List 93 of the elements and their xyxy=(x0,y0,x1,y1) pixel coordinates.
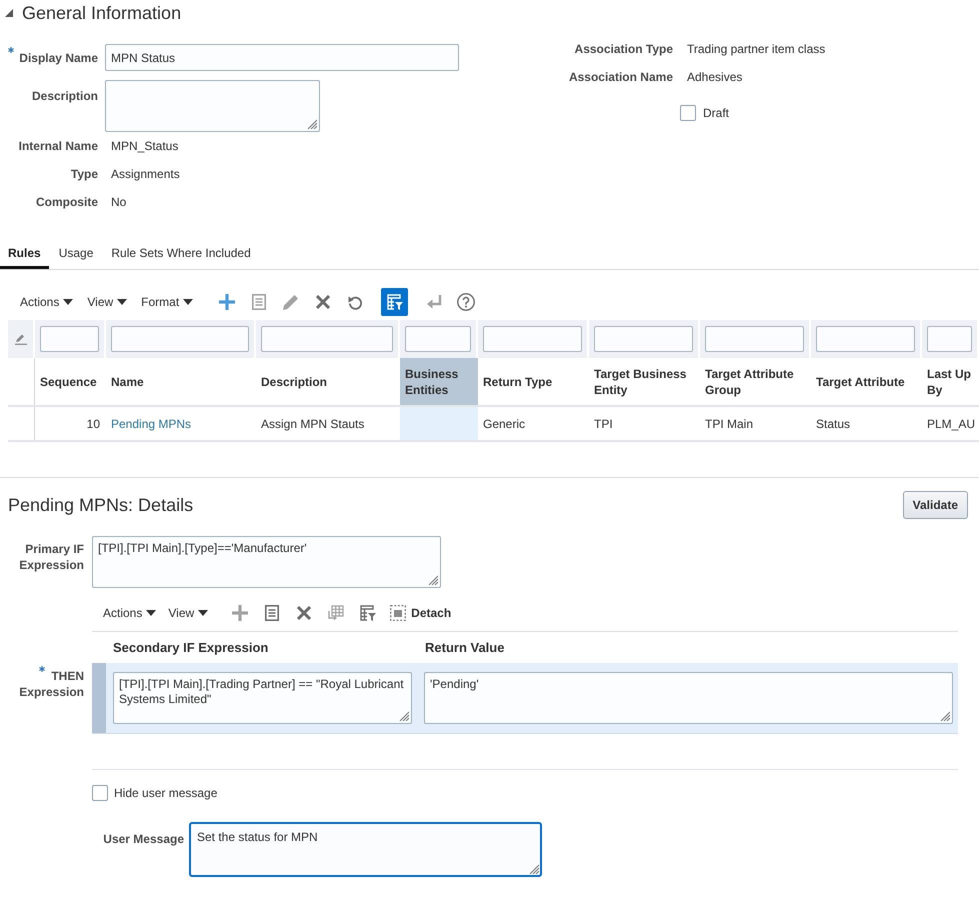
field-value: Adhesives xyxy=(687,69,742,86)
menu-button[interactable]: View xyxy=(87,290,128,314)
validate-button[interactable]: Validate xyxy=(902,491,968,519)
caret-icon xyxy=(63,299,74,305)
tab[interactable]: Usage xyxy=(50,236,102,269)
column-header[interactable]: Target Attribute xyxy=(811,358,922,405)
table-row[interactable]: [TPI].[TPI Main].[Trading Partner] == "Royal Lubricant Systems Limited" 'Pending' xyxy=(92,663,958,734)
help-icon xyxy=(457,293,476,311)
table-cell-text: TPI xyxy=(593,416,614,432)
column-header[interactable]: Last Up By xyxy=(922,358,979,405)
filter-field[interactable] xyxy=(927,326,972,352)
field-value: Assignments xyxy=(111,166,180,183)
column-header: Secondary IF Expression xyxy=(112,638,270,657)
checkbox[interactable] xyxy=(680,105,696,121)
checkbox[interactable] xyxy=(92,785,108,801)
field-label: Association Type xyxy=(574,41,673,58)
caret-icon xyxy=(183,299,194,305)
field-label: Type xyxy=(70,166,98,183)
caret-icon xyxy=(198,610,208,616)
x-icon xyxy=(316,295,330,309)
section-title: General Information xyxy=(22,2,182,24)
resize-grip-icon[interactable] xyxy=(307,119,317,129)
return-arrow-icon xyxy=(426,295,442,309)
document-icon xyxy=(252,294,266,310)
field-label: Description xyxy=(32,88,98,105)
filter-button[interactable] xyxy=(381,288,408,316)
column-header[interactable]: Name xyxy=(106,358,256,405)
table-cell-text: PLM_AU xyxy=(926,416,976,432)
filter-field[interactable] xyxy=(405,326,471,352)
filter-field[interactable] xyxy=(261,326,393,352)
refresh-icon xyxy=(348,294,363,310)
column-header: Return Value xyxy=(424,638,506,657)
collapse-triangle-icon[interactable] xyxy=(5,9,13,17)
filter-field[interactable] xyxy=(816,326,915,352)
field-label: User Message xyxy=(102,831,184,848)
checkbox-label[interactable]: Hide user message xyxy=(114,784,218,802)
dashed-square-icon xyxy=(390,605,406,621)
resize-grip-icon[interactable] xyxy=(940,711,950,721)
column-header[interactable]: Description xyxy=(256,358,400,405)
section-title: Pending MPNs: Details xyxy=(8,494,194,516)
resize-grip-icon[interactable] xyxy=(399,711,409,721)
field-label: THEN Expression xyxy=(18,668,84,700)
menu-button[interactable]: Format xyxy=(141,290,194,314)
menu-button[interactable]: View xyxy=(168,601,208,625)
column-header[interactable]: Target Attribute Group xyxy=(700,358,811,405)
field-label: Composite xyxy=(36,194,98,211)
x-icon xyxy=(297,606,312,620)
resize-grip-icon[interactable] xyxy=(428,575,438,585)
expression-field[interactable]: [TPI].[TPI Main].[Type]=='Manufacturer' xyxy=(92,536,441,588)
field-label: Association Name xyxy=(568,69,673,86)
table-icon xyxy=(328,605,344,621)
table-cell-text: TPI Main xyxy=(704,416,754,432)
rule-name-link[interactable]: Pending MPNs xyxy=(111,414,192,432)
filter-field[interactable] xyxy=(40,326,99,352)
tab[interactable]: Rule Sets Where Included xyxy=(103,236,259,269)
filter-field[interactable] xyxy=(483,326,582,352)
text-area-field[interactable] xyxy=(105,80,320,132)
text-field[interactable]: MPN Status xyxy=(105,44,459,71)
table-cell-text: 10 xyxy=(86,416,101,432)
filter-field[interactable] xyxy=(111,326,249,352)
column-header[interactable]: Business Entities xyxy=(400,358,478,405)
filter-field[interactable] xyxy=(594,326,693,352)
field-label: Internal Name xyxy=(18,138,98,155)
filter-icon xyxy=(386,294,403,310)
menu-button[interactable]: Actions xyxy=(103,601,156,625)
caret-icon xyxy=(146,610,156,616)
pencil-icon xyxy=(283,294,300,310)
tab[interactable]: Rules xyxy=(0,236,49,269)
menu-button[interactable]: Actions xyxy=(20,290,74,314)
detach-button[interactable]: Detach xyxy=(390,601,452,625)
checkbox-label[interactable]: Draft xyxy=(703,104,730,122)
filter-field[interactable] xyxy=(705,326,804,352)
field-label: Display Name xyxy=(19,50,98,66)
column-header[interactable]: Sequence xyxy=(35,358,106,405)
field-value: No xyxy=(111,194,126,211)
field-value: MPN_Status xyxy=(111,138,178,155)
expression-field[interactable]: [TPI].[TPI Main].[Trading Partner] == "Royal Lubricant Systems Limited" xyxy=(113,672,412,724)
table-cell-text: Assign MPN Stauts xyxy=(260,416,366,432)
resize-grip-icon[interactable] xyxy=(529,864,539,874)
expression-field[interactable]: 'Pending' xyxy=(424,672,953,724)
message-field[interactable]: Set the status for MPN xyxy=(189,822,542,877)
pencil-icon[interactable] xyxy=(14,333,26,345)
caret-icon xyxy=(117,299,128,305)
filter-icon xyxy=(360,605,376,621)
table-cell-text: Status xyxy=(815,416,852,432)
field-value: Trading partner item class xyxy=(687,41,826,58)
document-icon xyxy=(265,605,280,621)
field-label: Primary IF Expression xyxy=(18,541,84,574)
column-header[interactable]: Return Type xyxy=(478,358,589,405)
column-header[interactable]: Target Business Entity xyxy=(589,358,700,405)
plus-icon xyxy=(232,605,248,621)
plus-icon xyxy=(219,294,236,310)
table-cell-text: Generic xyxy=(482,416,526,432)
